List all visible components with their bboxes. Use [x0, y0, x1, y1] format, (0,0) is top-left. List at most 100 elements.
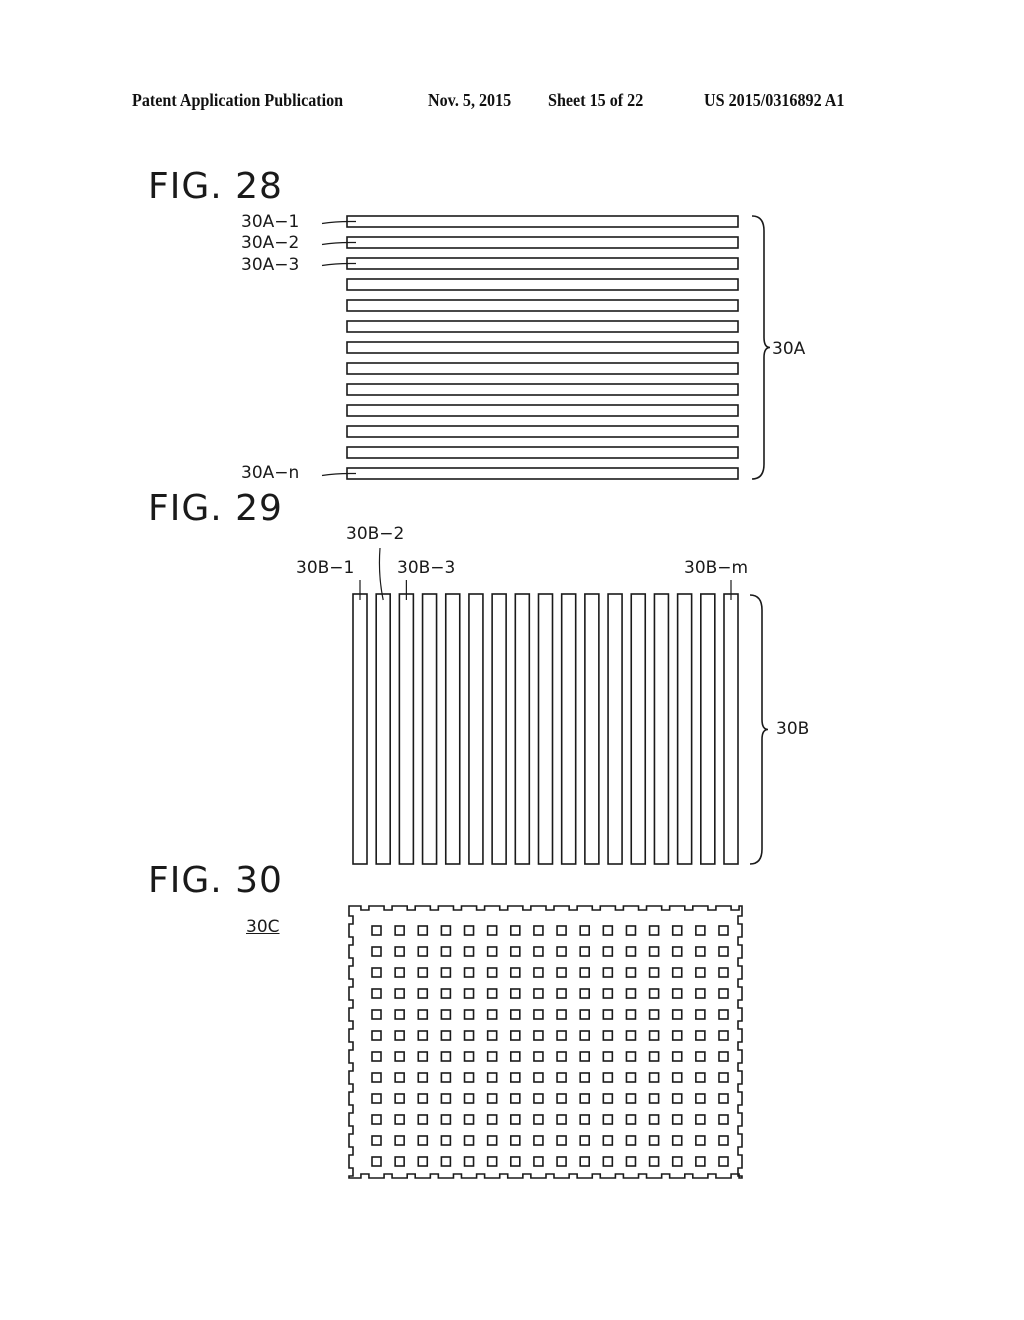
- mesh-hole: [417, 925, 429, 936]
- mesh-hole: [602, 1093, 614, 1104]
- mesh-hole: [417, 967, 429, 978]
- horizontal-strip: [346, 215, 739, 228]
- mesh-outline: [348, 905, 743, 1179]
- mesh-hole: [579, 1093, 591, 1104]
- mesh-hole: [718, 988, 729, 999]
- mesh-hole: [371, 1030, 382, 1041]
- mesh-hole: [671, 925, 683, 936]
- mesh-hole: [463, 1051, 475, 1062]
- brace: [749, 594, 769, 865]
- mesh-hole: [625, 1135, 637, 1146]
- leader-line: [321, 220, 356, 225]
- mesh-hole: [486, 1135, 498, 1146]
- vertical-strip: [514, 593, 531, 865]
- mesh-hole: [394, 1072, 405, 1083]
- mesh-hole: [579, 1030, 591, 1041]
- vertical-strip: [607, 593, 623, 865]
- mesh-hole: [695, 967, 706, 978]
- vertical-strip: [676, 593, 693, 865]
- mesh-hole: [648, 1135, 660, 1146]
- mesh-hole: [556, 1114, 567, 1125]
- mesh-hole: [440, 1030, 452, 1041]
- mesh-hole: [556, 1030, 567, 1041]
- vertical-strip: [537, 593, 554, 865]
- mesh-hole: [625, 1030, 637, 1041]
- mesh-hole: [417, 1030, 429, 1041]
- mesh-hole: [440, 967, 452, 978]
- mesh-hole: [463, 1156, 475, 1167]
- mesh-hole: [648, 1156, 660, 1167]
- mesh-hole: [371, 946, 382, 957]
- mesh-hole: [394, 1135, 405, 1146]
- mesh-hole: [602, 1072, 614, 1083]
- mesh-hole: [509, 1051, 521, 1062]
- mesh-hole: [556, 1135, 567, 1146]
- mesh-hole: [625, 1072, 637, 1083]
- mesh-hole: [533, 967, 544, 978]
- mesh-hole: [486, 1051, 498, 1062]
- mesh-hole: [671, 1093, 683, 1104]
- mesh-hole: [440, 1009, 452, 1020]
- mesh-hole: [648, 1009, 660, 1020]
- mesh-hole: [371, 967, 382, 978]
- mesh-hole: [556, 946, 567, 957]
- fig29-strips: [352, 547, 769, 865]
- mesh-hole: [625, 1009, 637, 1020]
- mesh-hole: [695, 1009, 706, 1020]
- mesh-hole: [463, 1093, 475, 1104]
- mesh-hole: [371, 1072, 382, 1083]
- mesh-hole: [394, 1093, 405, 1104]
- mesh-hole: [718, 1051, 729, 1062]
- mesh-hole: [509, 925, 521, 936]
- vertical-strip: [468, 593, 484, 865]
- mesh-hole: [648, 1072, 660, 1083]
- mesh-hole: [579, 1051, 591, 1062]
- mesh-hole: [648, 988, 660, 999]
- mesh-hole: [509, 1114, 521, 1125]
- mesh-hole: [509, 1093, 521, 1104]
- mesh-hole: [556, 967, 567, 978]
- mesh-hole: [417, 1114, 429, 1125]
- mesh-hole: [417, 988, 429, 999]
- mesh-hole: [718, 1030, 729, 1041]
- mesh-hole: [394, 1030, 405, 1041]
- mesh-hole: [625, 946, 637, 957]
- horizontal-strip: [346, 383, 739, 396]
- mesh-hole: [533, 1135, 544, 1146]
- mesh-hole: [556, 925, 567, 936]
- mesh-hole: [463, 988, 475, 999]
- mesh-hole: [648, 1093, 660, 1104]
- mesh-hole: [417, 1093, 429, 1104]
- vertical-strip: [444, 593, 461, 865]
- mesh-hole: [625, 1156, 637, 1167]
- mesh-hole: [602, 1156, 614, 1167]
- mesh-hole: [417, 946, 429, 957]
- vertical-strip: [700, 593, 716, 865]
- mesh-hole: [556, 1093, 567, 1104]
- mesh-hole: [486, 967, 498, 978]
- mesh-hole: [556, 1072, 567, 1083]
- mesh-hole: [486, 1009, 498, 1020]
- mesh-hole: [718, 1072, 729, 1083]
- mesh-hole: [486, 988, 498, 999]
- horizontal-strip: [346, 425, 739, 438]
- mesh-hole: [602, 1009, 614, 1020]
- mesh-hole: [718, 1156, 729, 1167]
- mesh-hole: [394, 925, 405, 936]
- mesh-hole: [463, 1114, 475, 1125]
- mesh-hole: [579, 1156, 591, 1167]
- mesh-hole: [533, 1156, 544, 1167]
- mesh-hole: [440, 946, 452, 957]
- mesh-hole: [671, 1135, 683, 1146]
- mesh-hole: [602, 1051, 614, 1062]
- horizontal-strip: [346, 278, 739, 291]
- mesh-hole: [486, 1156, 498, 1167]
- mesh-hole: [533, 1114, 544, 1125]
- horizontal-strip: [346, 404, 739, 417]
- mesh-hole: [533, 925, 544, 936]
- mesh-hole: [579, 1135, 591, 1146]
- mesh-hole: [533, 1030, 544, 1041]
- mesh-hole: [602, 925, 614, 936]
- vertical-strip: [630, 593, 647, 865]
- mesh-hole: [648, 925, 660, 936]
